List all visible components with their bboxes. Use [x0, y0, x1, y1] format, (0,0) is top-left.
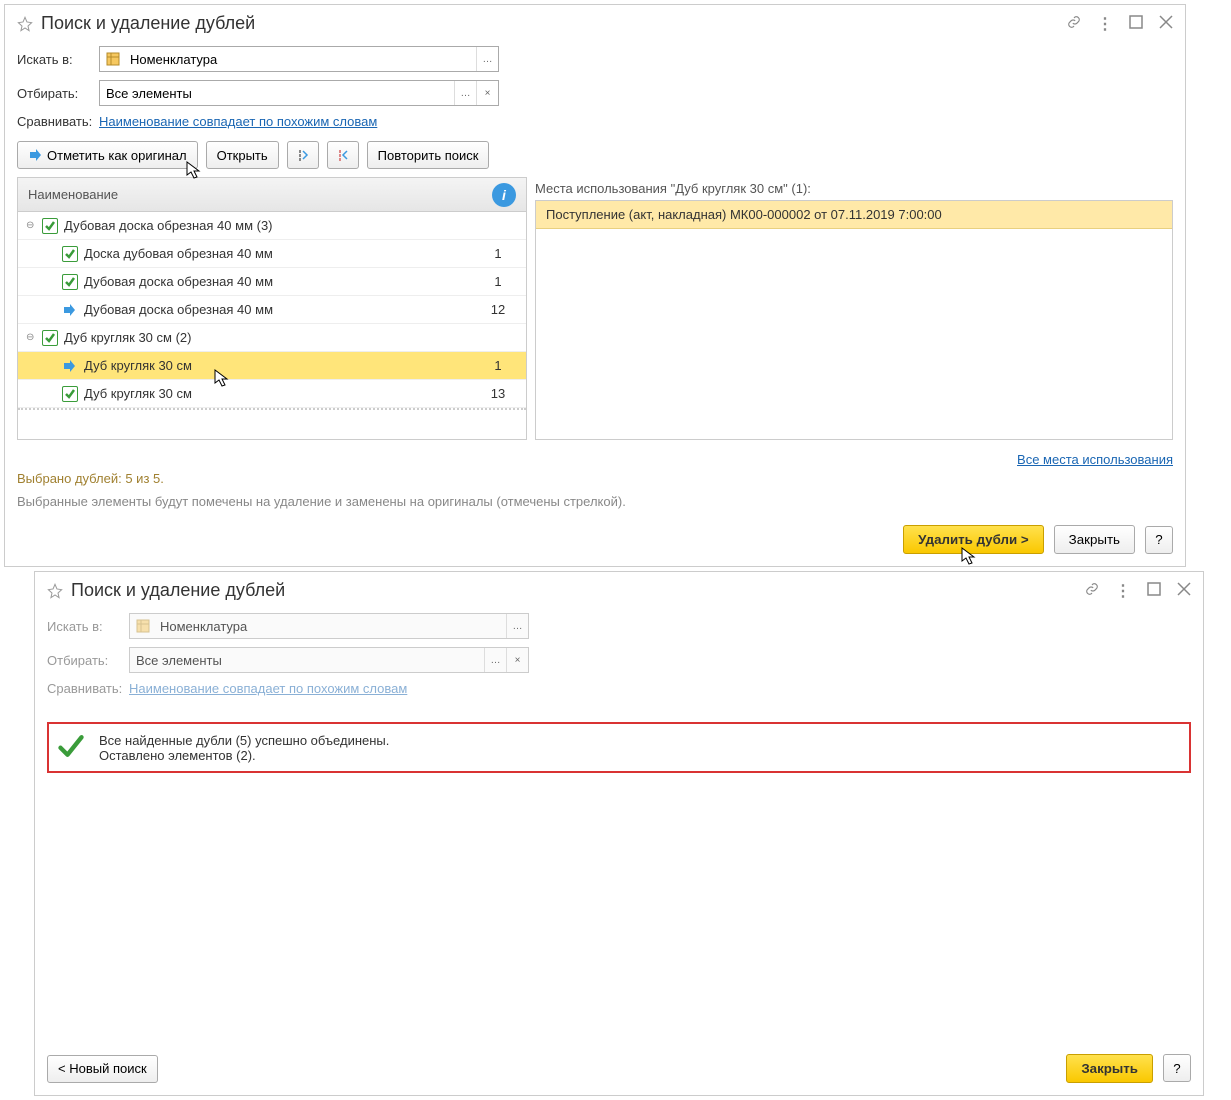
collapse-icon[interactable]: ⊖	[26, 220, 42, 231]
filter-field	[130, 648, 484, 672]
tree-group[interactable]: ⊖ Дуб кругляк 30 см (2)	[18, 324, 526, 352]
window-find-duplicates: Поиск и удаление дублей ⋮ Искать в: … От…	[4, 4, 1186, 567]
usage-panel: Места использования "Дуб кругляк 30 см" …	[535, 177, 1173, 440]
favorite-star-icon[interactable]	[17, 16, 33, 32]
link-icon[interactable]	[1085, 582, 1099, 599]
close-button[interactable]: Закрыть	[1054, 525, 1135, 554]
search-in-input: …	[129, 613, 529, 639]
checkbox[interactable]	[62, 246, 78, 262]
item-count: 1	[478, 246, 518, 261]
usage-header: Места использования "Дуб кругляк 30 см" …	[535, 177, 1173, 200]
checkbox[interactable]	[62, 274, 78, 290]
tree-item[interactable]: Доска дубовая обрезная 40 мм1	[18, 240, 526, 268]
expand-all-button[interactable]	[287, 141, 319, 169]
duplicates-tree: Наименование i ⊖ Дубовая доска обрезная 4…	[17, 177, 527, 440]
collapse-icon	[336, 148, 350, 162]
compare-label: Сравнивать:	[17, 114, 93, 129]
success-line2: Оставлено элементов (2).	[99, 748, 389, 763]
link-icon[interactable]	[1067, 15, 1081, 32]
titlebar: Поиск и удаление дублей ⋮	[35, 572, 1203, 609]
search-in-field[interactable]	[124, 47, 476, 71]
window-title: Поиск и удаление дублей	[41, 13, 1067, 34]
filter-clear: ×	[506, 648, 528, 672]
menu-dots-icon[interactable]: ⋮	[1097, 14, 1113, 34]
help-button[interactable]: ?	[1145, 526, 1173, 554]
maximize-icon[interactable]	[1129, 15, 1143, 32]
filter-picker: …	[484, 648, 506, 672]
filter-input: … ×	[129, 647, 529, 673]
compare-label: Сравнивать:	[47, 681, 123, 696]
checkbox[interactable]	[62, 386, 78, 402]
expand-icon	[296, 148, 310, 162]
item-label: Дубовая доска обрезная 40 мм	[84, 302, 478, 317]
search-in-label: Искать в:	[47, 619, 123, 634]
info-icon[interactable]: i	[492, 183, 516, 207]
repeat-search-button[interactable]: Повторить поиск	[367, 141, 490, 169]
search-in-picker: …	[506, 614, 528, 638]
filter-input[interactable]: … ×	[99, 80, 499, 106]
maximize-icon[interactable]	[1147, 582, 1161, 599]
column-header-name: Наименование	[28, 187, 492, 202]
item-count: 1	[478, 274, 518, 289]
search-in-input[interactable]: …	[99, 46, 499, 72]
tree-group[interactable]: ⊖ Дубовая доска обрезная 40 мм (3)	[18, 212, 526, 240]
close-button[interactable]: Закрыть	[1066, 1054, 1153, 1083]
search-in-field	[154, 614, 506, 638]
menu-dots-icon[interactable]: ⋮	[1115, 581, 1131, 601]
item-label: Дуб кругляк 30 см	[84, 358, 478, 373]
collapse-icon[interactable]: ⊖	[26, 332, 42, 343]
new-search-button[interactable]: < Новый поиск	[47, 1055, 158, 1083]
success-line1: Все найденные дубли (5) успешно объедине…	[99, 733, 389, 748]
search-in-label: Искать в:	[17, 52, 93, 67]
window-result: Поиск и удаление дублей ⋮ Искать в: … От…	[34, 571, 1204, 1096]
filter-picker[interactable]: …	[454, 81, 476, 105]
filter-field[interactable]	[100, 81, 454, 105]
open-button[interactable]: Открыть	[206, 141, 279, 169]
close-icon[interactable]	[1159, 15, 1173, 32]
titlebar: Поиск и удаление дублей ⋮	[5, 5, 1185, 42]
item-label: Дубовая доска обрезная 40 мм	[84, 274, 478, 289]
usage-item[interactable]: Поступление (акт, накладная) МК00-000002…	[536, 201, 1172, 229]
window-title: Поиск и удаление дублей	[71, 580, 1085, 601]
item-count: 1	[478, 358, 518, 373]
tree-item[interactable]: Дубовая доска обрезная 40 мм12	[18, 296, 526, 324]
tree-item[interactable]: Дубовая доска обрезная 40 мм1	[18, 268, 526, 296]
filter-label: Отбирать:	[17, 86, 93, 101]
item-count: 12	[478, 302, 518, 317]
filter-clear[interactable]: ×	[476, 81, 498, 105]
original-arrow-icon	[62, 358, 78, 374]
search-in-picker[interactable]: …	[476, 47, 498, 71]
item-count: 13	[478, 386, 518, 401]
status-selected: Выбрано дублей: 5 из 5.	[5, 467, 1185, 490]
mark-as-original-button[interactable]: Отметить как оригинал	[17, 141, 198, 169]
item-label: Дуб кругляк 30 см	[84, 386, 478, 401]
checkbox[interactable]	[42, 330, 58, 346]
arrow-right-icon	[28, 148, 42, 162]
compare-link[interactable]: Наименование совпадает по похожим словам	[99, 114, 377, 129]
check-icon	[57, 732, 85, 763]
help-button[interactable]: ?	[1163, 1054, 1191, 1082]
item-label: Доска дубовая обрезная 40 мм	[84, 246, 478, 261]
group-label: Дубовая доска обрезная 40 мм (3)	[64, 218, 478, 233]
status-hint: Выбранные элементы будут помечены на уда…	[5, 490, 1185, 513]
favorite-star-icon[interactable]	[47, 583, 63, 599]
checkbox[interactable]	[42, 218, 58, 234]
catalog-icon	[106, 52, 120, 66]
success-message: Все найденные дубли (5) успешно объедине…	[47, 722, 1191, 773]
tree-item[interactable]: Дуб кругляк 30 см1	[18, 352, 526, 380]
all-usages-link[interactable]: Все места использования	[1017, 452, 1173, 467]
group-label: Дуб кругляк 30 см (2)	[64, 330, 478, 345]
catalog-icon	[136, 619, 150, 633]
original-arrow-icon	[62, 302, 78, 318]
delete-duplicates-button[interactable]: Удалить дубли >	[903, 525, 1044, 554]
close-icon[interactable]	[1177, 582, 1191, 599]
compare-link: Наименование совпадает по похожим словам	[129, 681, 407, 696]
tree-item[interactable]: Дуб кругляк 30 см13	[18, 380, 526, 408]
filter-label: Отбирать:	[47, 653, 123, 668]
collapse-all-button[interactable]	[327, 141, 359, 169]
